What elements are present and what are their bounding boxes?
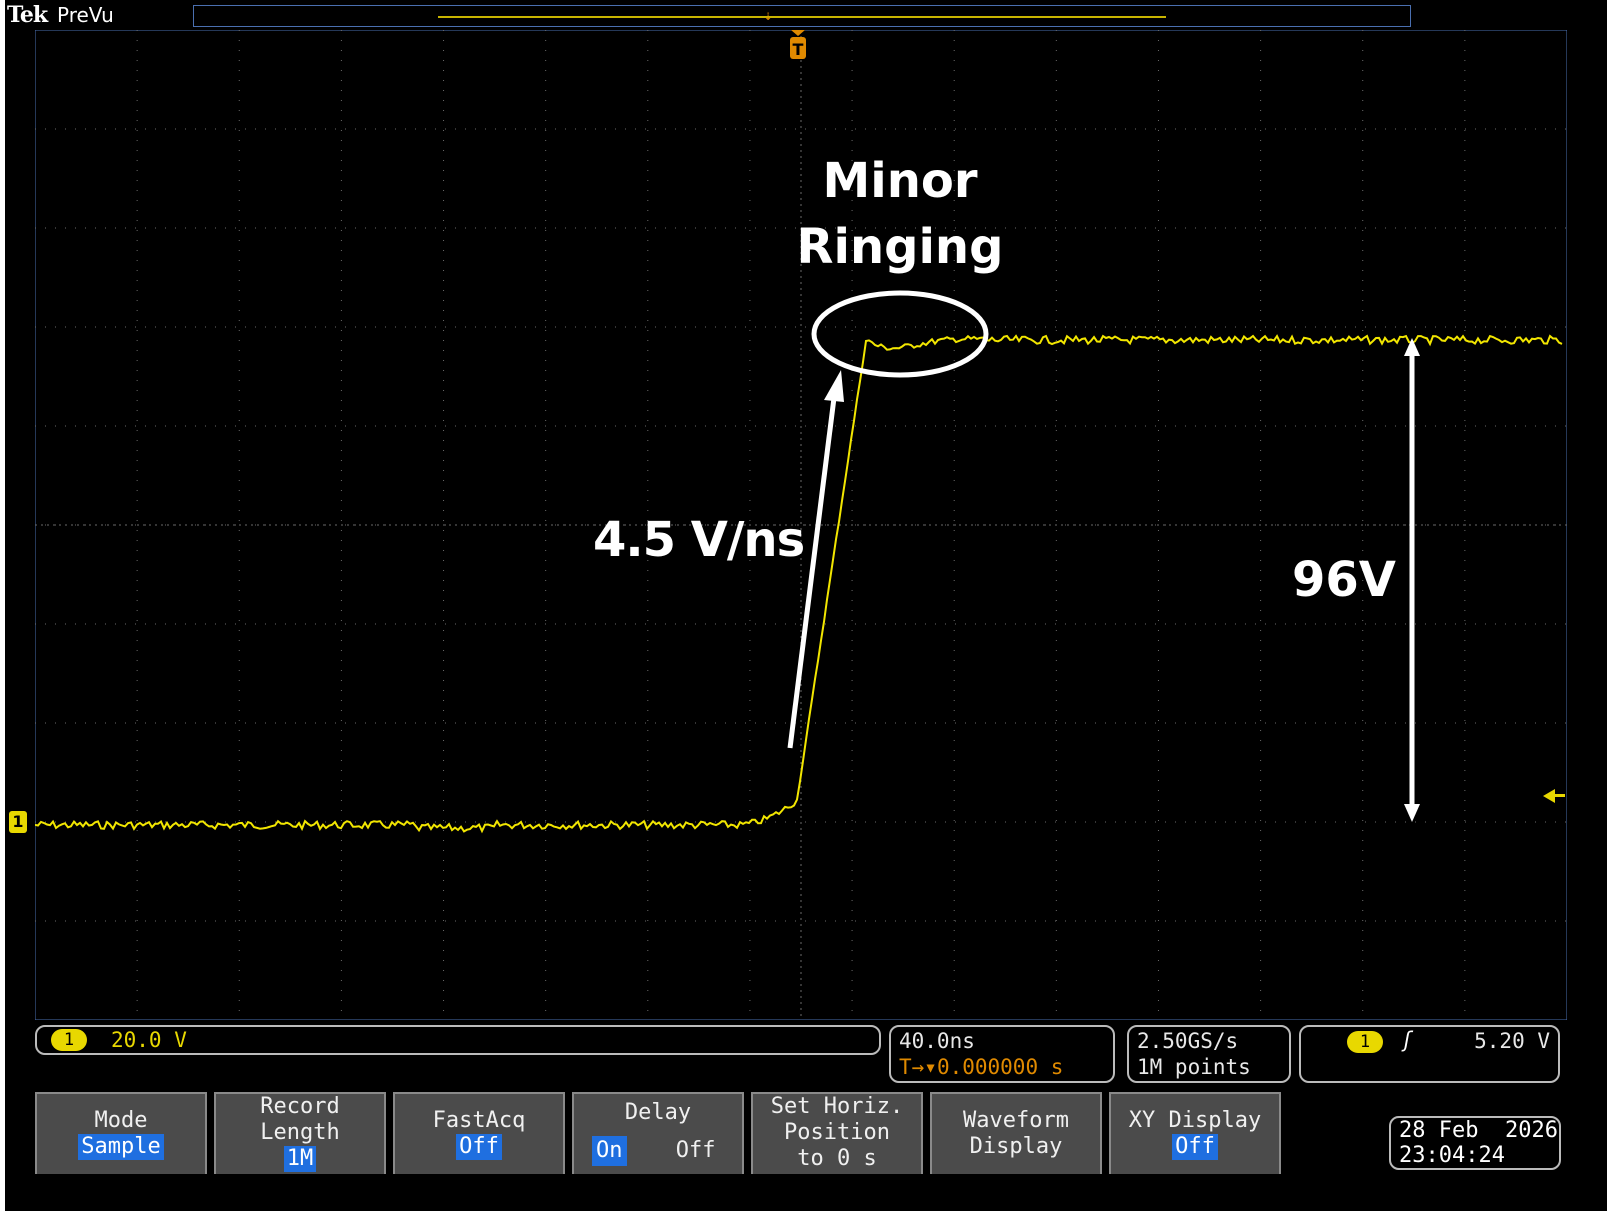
record-length-label1: Record: [260, 1094, 340, 1119]
channel-1-scale: 20.0 V: [111, 1028, 187, 1052]
xy-display-label: XY Display: [1128, 1108, 1262, 1133]
delay-softkey[interactable]: Delay On Off: [572, 1092, 744, 1174]
horizontal-delay-row: T→▾0.000000 s: [899, 1055, 1063, 1079]
slew-rate-annotation: 4.5 V/ns: [593, 512, 805, 568]
delay-on-option: On: [592, 1136, 627, 1166]
channel-1-marker[interactable]: 1: [9, 811, 27, 833]
mode-softkey-label: Mode: [94, 1108, 148, 1133]
record-points: 1M points: [1137, 1055, 1251, 1079]
scope-screen: Tek PreVu ⇣ T Minor Ringing 4.5 V/ns 96V…: [5, 0, 1607, 1211]
ringing-annotation-line1: Minor: [822, 153, 978, 209]
ringing-annotation-line2: Ringing: [796, 219, 1004, 275]
horizontal-readout[interactable]: 40.0ns T→▾0.000000 s: [889, 1025, 1115, 1083]
channel-1-marker-label: 1: [12, 812, 24, 831]
xy-display-value: Off: [1172, 1134, 1218, 1160]
trigger-level: 5.20 V: [1474, 1029, 1550, 1053]
date-time-display: 28 Feb 2026 23:04:24: [1389, 1116, 1561, 1170]
trigger-source-badge: 1: [1347, 1031, 1383, 1053]
set-horiz-label1: Set Horiz.: [770, 1094, 904, 1119]
delay-icon: T→▾: [899, 1055, 937, 1079]
fastacq-value: Off: [456, 1134, 502, 1160]
xy-display-softkey[interactable]: XY Display Off: [1109, 1092, 1281, 1174]
waveform-display-softkey[interactable]: Waveform Display: [930, 1092, 1102, 1174]
prevu-label: PreVu: [57, 3, 114, 27]
rising-edge-icon: ʃ: [1401, 1028, 1414, 1052]
set-horiz-label2: Position: [784, 1120, 890, 1145]
record-window-line: [438, 16, 1166, 18]
channel-1-badge: 1: [51, 1029, 87, 1051]
horizontal-delay: 0.000000 s: [936, 1055, 1064, 1079]
amplitude-annotation: 96V: [1292, 552, 1396, 608]
delay-off-option: Off: [675, 1138, 716, 1163]
record-view-bar[interactable]: ⇣: [193, 5, 1411, 27]
trigger-readout[interactable]: 1 ʃ 5.20 V: [1299, 1025, 1560, 1083]
waveform-display-label1: Waveform: [963, 1108, 1069, 1133]
record-length-value: 1M: [283, 1146, 317, 1172]
brand-logo: Tek: [7, 2, 48, 28]
sample-rate: 2.50GS/s: [1137, 1029, 1239, 1053]
waveform-display[interactable]: T Minor Ringing 4.5 V/ns 96V: [35, 30, 1567, 1020]
mode-softkey-value: Sample: [78, 1134, 164, 1160]
horizontal-scale: 40.0ns: [899, 1029, 975, 1053]
svg-text:T: T: [793, 40, 804, 59]
time: 23:04:24: [1399, 1143, 1505, 1168]
channel-1-readout[interactable]: 1 20.0 V: [35, 1025, 881, 1055]
fastacq-softkey[interactable]: FastAcq Off: [393, 1092, 565, 1174]
ringing-annotation: Minor Ringing: [795, 148, 1005, 280]
record-length-label2: Length: [260, 1120, 340, 1145]
trigger-position-icon: ⇣: [764, 8, 773, 24]
waveform-display-label2: Display: [969, 1134, 1063, 1159]
delay-label: Delay: [624, 1100, 692, 1125]
date: 28 Feb 2026: [1399, 1118, 1558, 1143]
set-horiz-position-softkey[interactable]: Set Horiz. Position to 0 s: [751, 1092, 923, 1174]
set-horiz-label3: to 0 s: [797, 1146, 877, 1171]
acquisition-readout[interactable]: 2.50GS/s 1M points: [1127, 1025, 1291, 1083]
fastacq-label: FastAcq: [432, 1108, 526, 1133]
top-bar: Tek PreVu ⇣: [5, 0, 1607, 30]
record-length-softkey[interactable]: Record Length 1M: [214, 1092, 386, 1174]
mode-softkey[interactable]: Mode Sample: [35, 1092, 207, 1174]
